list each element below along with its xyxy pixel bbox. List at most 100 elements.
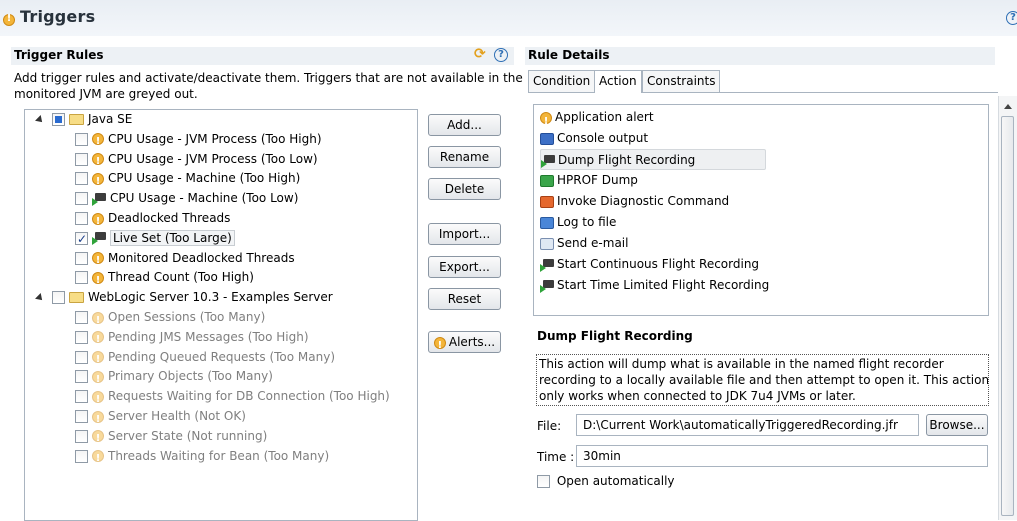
scroll-thumb[interactable] [1001,116,1014,516]
warning-icon [92,449,104,468]
action-list-item[interactable]: Application alert [540,107,654,132]
tree-item-row[interactable]: Monitored Deadlocked Threads [75,249,295,270]
group-checkbox[interactable] [52,291,65,305]
refresh-icon[interactable]: ⟳ [474,46,486,62]
tree-item-row[interactable]: Deadlocked Threads [75,209,231,231]
tab-label: Constraints [647,74,716,88]
tree-group-row[interactable]: Java SE [35,110,132,129]
action-list-item[interactable]: HPROF Dump [540,170,638,191]
tree-item-row[interactable]: Primary Objects (Too Many) [75,367,273,389]
warning-icon [92,132,104,151]
trigger-checkbox[interactable] [75,410,88,423]
browse-button[interactable]: Browse... [926,414,988,436]
trigger-label: Server Health (Not OK) [108,409,246,423]
tree-item-row[interactable]: Pending JMS Messages (Too High) [75,328,309,349]
tree-item-row[interactable]: Requests Waiting for DB Connection (Too … [75,387,390,409]
trigger-checkbox[interactable] [75,429,88,443]
vertical-scrollbar[interactable] [998,96,1017,520]
time-field[interactable]: 30min [576,445,988,467]
tree-group-row[interactable]: WebLogic Server 10.3 - Examples Server [35,288,333,307]
export-button[interactable]: Export... [428,256,501,278]
trigger-checkbox[interactable] [75,390,88,404]
tab-label: Action [599,74,637,88]
tab-constraints[interactable]: Constraints [642,70,721,92]
tab-condition[interactable]: Condition [528,70,596,92]
warning-icon [92,429,104,448]
tab-action[interactable]: Action [594,70,642,93]
help-icon[interactable]: ? [494,48,508,62]
trigger-checkbox[interactable] [75,350,88,364]
warning-icon [92,251,104,270]
action-list-item[interactable]: Log to file [540,212,616,233]
action-detail-title: Dump Flight Recording [537,329,693,343]
scroll-up-arrow[interactable] [1004,104,1012,109]
trigger-label: Server State (Not running) [108,428,268,443]
trigger-checkbox[interactable] [75,330,88,344]
trigger-label: CPU Usage - Machine (Too High) [108,171,301,186]
action-list-item[interactable]: Send e-mail [540,233,628,254]
action-label: Application alert [555,110,654,124]
trigger-checkbox[interactable] [75,230,88,249]
description-line: This action will dump what is available … [539,357,944,371]
action-list-item[interactable]: Start Continuous Flight Recording [540,254,759,275]
trigger-checkbox[interactable] [75,132,88,146]
trigger-checkbox[interactable] [75,212,88,225]
action-list-item[interactable]: Console output [540,128,648,149]
trigger-checkbox[interactable] [75,251,88,265]
help-icon[interactable]: ? [1006,11,1017,25]
action-list-item[interactable]: Invoke Diagnostic Command [540,191,729,212]
tree-item-row[interactable]: CPU Usage - Machine (Too Low) [75,189,298,208]
trigger-checkbox[interactable] [75,192,88,206]
expand-arrow-icon[interactable] [35,292,45,303]
action-list-item[interactable]: Dump Flight Recording [540,149,766,170]
trigger-checkbox[interactable] [75,370,88,384]
warning-icon [92,330,104,349]
action-label: HPROF Dump [557,173,638,187]
group-checkbox[interactable] [52,113,65,126]
rename-button[interactable]: Rename [428,146,501,168]
action-label: Console output [557,131,649,145]
flight-recording-icon [540,258,554,272]
file-path-field[interactable]: D:\Current Work\automaticallyTriggeredRe… [576,414,919,436]
tree-group-label: WebLogic Server 10.3 - Examples Server [88,290,333,305]
tree-item-row[interactable]: CPU Usage - Machine (Too High) [75,169,301,191]
log-icon [540,216,554,229]
description-line: monitored JVM are greyed out. [14,87,198,101]
open-automatically-checkbox-row[interactable]: Open automatically [537,474,675,488]
tree-item-row[interactable]: Pending Queued Requests (Too Many) [75,348,335,369]
trigger-rules-description: Add trigger rules and activate/deactivat… [14,70,523,102]
trigger-checkbox[interactable] [75,271,88,285]
action-list-item[interactable]: Start Time Limited Flight Recording [540,275,769,296]
warning-icon [92,172,104,191]
warning-icon [92,212,104,231]
tree-item-row[interactable]: CPU Usage - JVM Process (Too High) [75,130,322,151]
trigger-label: Requests Waiting for DB Connection (Too … [108,389,390,404]
alerts-button[interactable]: Alerts... [428,331,501,356]
tree-item-row[interactable]: Server Health (Not OK) [75,407,246,429]
action-description: This action will dump what is available … [536,354,989,406]
delete-button[interactable]: Delete [428,178,501,200]
tree-item-row[interactable]: CPU Usage - JVM Process (Too Low) [75,150,318,171]
tree-item-row[interactable]: Open Sessions (Too Many) [75,308,265,330]
import-button[interactable]: Import... [428,223,501,245]
trigger-checkbox[interactable] [75,311,88,324]
tree-item-row[interactable]: Live Set (Too Large) [75,229,235,249]
expand-arrow-icon[interactable] [35,114,45,125]
trigger-checkbox[interactable] [75,172,88,186]
trigger-label: Deadlocked Threads [108,211,231,225]
open-automatically-checkbox[interactable] [537,475,550,488]
warning-icon [92,390,104,409]
reset-button[interactable]: Reset [428,288,501,310]
add-button[interactable]: Add... [428,114,501,136]
trigger-label: Primary Objects (Too Many) [108,369,273,384]
trigger-label: Thread Count (Too High) [108,270,254,285]
diagnostic-icon [540,195,554,208]
tree-item-row[interactable]: Thread Count (Too High) [75,268,254,290]
trigger-checkbox[interactable] [75,449,88,463]
folder-icon [69,114,84,125]
tree-item-row[interactable]: Server State (Not running) [75,427,268,448]
warning-icon [92,152,104,171]
hprof-icon [540,174,554,187]
tree-item-row[interactable]: Threads Waiting for Bean (Too Many) [75,447,329,468]
trigger-checkbox[interactable] [75,152,88,166]
